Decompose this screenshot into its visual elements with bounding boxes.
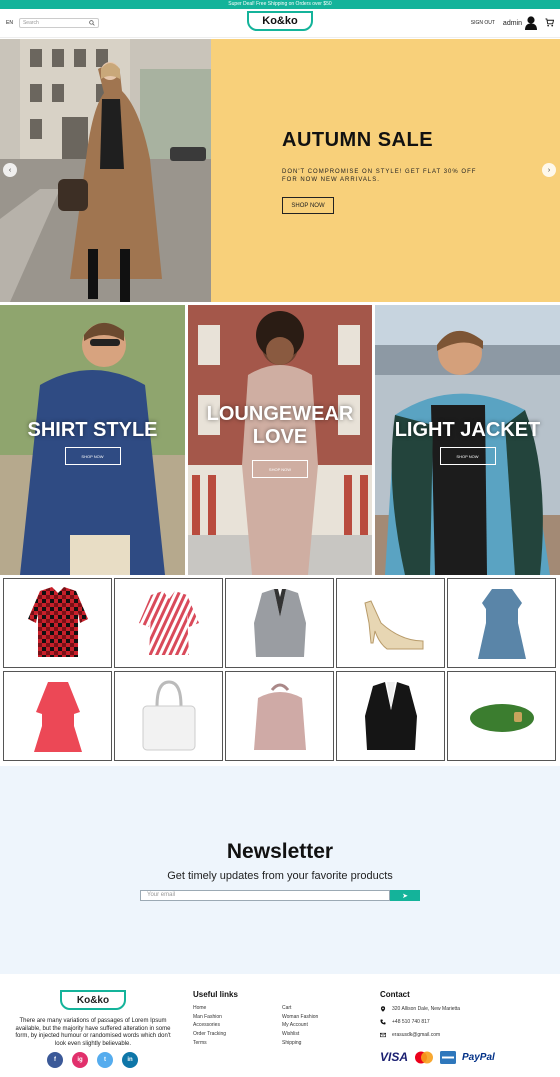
category-shop-now-shirt[interactable]: SHOP NOW — [64, 447, 121, 465]
clear-heel-icon — [363, 600, 423, 650]
contact-phone: +48 510 740 817 — [380, 1019, 430, 1025]
paypal-icon: PayPal — [462, 1051, 495, 1063]
slider-next-arrow-icon[interactable]: › — [542, 163, 556, 177]
category-title-shirt: SHIRT STYLE — [27, 419, 158, 441]
footer-logo-text: Ko&ko — [76, 994, 110, 1006]
product-tile[interactable] — [447, 671, 556, 761]
footer-link[interactable]: Home — [193, 1004, 226, 1013]
pink-backpack-icon — [253, 683, 306, 750]
plaid-shirt-icon — [27, 587, 88, 657]
username: admin — [502, 19, 522, 27]
hero-subtitle: DON'T COMPROMISE ON STYLE! GET FLAT 30% … — [282, 169, 477, 183]
product-tile[interactable] — [447, 578, 556, 668]
payment-methods: VISA PayPal — [380, 1050, 495, 1064]
category-card-jacket[interactable]: LIGHT JACKET SHOP NOW — [375, 305, 560, 575]
hero-image — [0, 39, 211, 302]
hero-shop-now-button[interactable]: SHOP NOW — [282, 197, 334, 214]
footer-links-col1: Home Man Fashion Accessories Order Track… — [193, 1004, 226, 1048]
footer-link[interactable]: Man Fashion — [193, 1013, 226, 1022]
hero-title: AUTUMN SALE — [282, 129, 434, 151]
useful-links-heading: Useful links — [193, 990, 238, 999]
product-tile[interactable] — [336, 578, 445, 668]
product-tile[interactable] — [114, 578, 223, 668]
promo-bar: Super Deal! Free Shipping on Orders over… — [0, 0, 560, 9]
footer-link[interactable]: Shipping — [282, 1039, 318, 1048]
newsletter-title: Newsletter — [226, 840, 334, 863]
category-title-jacket: LIGHT JACKET — [394, 419, 541, 441]
footer-link[interactable]: Accessories — [193, 1021, 226, 1030]
header: EN Search Ko&ko SIGN OUT admin — [0, 9, 560, 38]
logo-text: Ko&ko — [262, 15, 298, 27]
product-tile[interactable] — [3, 671, 112, 761]
footer-link[interactable]: Terms — [193, 1039, 226, 1048]
white-handbag-icon — [142, 680, 195, 751]
mail-icon — [380, 1032, 386, 1038]
category-card-shirt[interactable]: SHIRT STYLE SHOP NOW — [0, 305, 185, 575]
mastercard-icon — [415, 1051, 434, 1063]
striped-blouse-icon — [138, 591, 199, 655]
footer-link[interactable]: Wishlist — [282, 1030, 318, 1039]
user-avatar-icon — [525, 16, 537, 30]
amex-icon — [440, 1050, 457, 1064]
language-selector[interactable]: EN — [6, 20, 13, 26]
footer-link[interactable]: Cart — [282, 1004, 318, 1013]
signout-link[interactable]: SIGN OUT — [471, 20, 495, 26]
product-tile[interactable] — [225, 578, 334, 668]
footer: Ko&ko There are many variations of passa… — [0, 974, 560, 1077]
search-input[interactable]: Search — [18, 18, 99, 28]
location-icon — [380, 1006, 386, 1012]
footer-description: There are many variations of passages of… — [15, 1018, 171, 1047]
footer-link[interactable]: My Account — [282, 1021, 318, 1030]
product-tile[interactable] — [336, 671, 445, 761]
category-shop-now-jacket[interactable]: SHOP NOW — [439, 447, 496, 465]
cart-button[interactable] — [545, 17, 555, 29]
search-icon[interactable] — [89, 20, 95, 26]
contact-heading: Contact — [380, 990, 410, 999]
promo-text: Super Deal! Free Shipping on Orders over… — [228, 1, 332, 7]
user-menu[interactable]: admin — [503, 16, 537, 30]
newsletter-section: Newsletter Get timely updates from your … — [0, 766, 560, 974]
newsletter-send-button[interactable]: ➤ — [390, 890, 420, 901]
phone-icon — [380, 1019, 386, 1025]
black-blazer-icon — [364, 682, 417, 750]
instagram-icon[interactable]: ig — [72, 1052, 88, 1068]
email-text: erasusdk@gmail.com — [392, 1032, 441, 1038]
category-banners: SHIRT STYLE SHOP NOW LOUNGEWEAR LOVE SHO… — [0, 305, 560, 575]
newsletter-subtitle: Get timely updates from your favorite pr… — [167, 870, 393, 882]
site-logo[interactable]: Ko&ko — [247, 11, 313, 33]
linkedin-icon[interactable]: in — [122, 1052, 138, 1068]
green-pouch-icon — [469, 704, 534, 732]
slider-prev-arrow-icon[interactable]: ‹ — [3, 163, 17, 177]
blue-dress-icon — [477, 589, 526, 659]
hero-slider: AUTUMN SALE DON'T COMPROMISE ON STYLE! G… — [0, 39, 560, 302]
twitter-icon[interactable]: t — [97, 1052, 113, 1068]
newsletter-email-input[interactable]: Your email — [140, 890, 390, 901]
cart-icon — [545, 17, 555, 26]
category-title-loungewear: LOUNGEWEAR LOVE — [206, 403, 354, 448]
contact-address: 320 Allison Dale, New Marietta — [380, 1006, 460, 1012]
contact-email: erasusdk@gmail.com — [380, 1032, 440, 1038]
red-dress-icon — [33, 682, 82, 752]
hero-panel: AUTUMN SALE DON'T COMPROMISE ON STYLE! G… — [211, 39, 560, 302]
category-card-loungewear[interactable]: LOUNGEWEAR LOVE SHOP NOW — [188, 305, 372, 575]
visa-icon: VISA — [380, 1050, 409, 1064]
category-shop-now-loungewear[interactable]: SHOP NOW — [252, 460, 308, 478]
grey-blazer-icon — [253, 589, 306, 657]
search-placeholder: Search — [22, 20, 39, 26]
product-tile[interactable] — [3, 578, 112, 668]
product-tile[interactable] — [225, 671, 334, 761]
social-links: f ig t in — [47, 1052, 138, 1068]
product-tile[interactable] — [114, 671, 223, 761]
footer-logo[interactable]: Ko&ko — [60, 990, 126, 1010]
send-icon: ➤ — [402, 892, 408, 900]
footer-links-col2: Cart Woman Fashion My Account Wishlist S… — [282, 1004, 318, 1048]
facebook-icon[interactable]: f — [47, 1052, 63, 1068]
address-text: 320 Allison Dale, New Marietta — [392, 1006, 461, 1012]
footer-link[interactable]: Woman Fashion — [282, 1013, 318, 1022]
footer-link[interactable]: Order Tracking — [193, 1030, 226, 1039]
phone-text: +48 510 740 817 — [392, 1019, 430, 1025]
